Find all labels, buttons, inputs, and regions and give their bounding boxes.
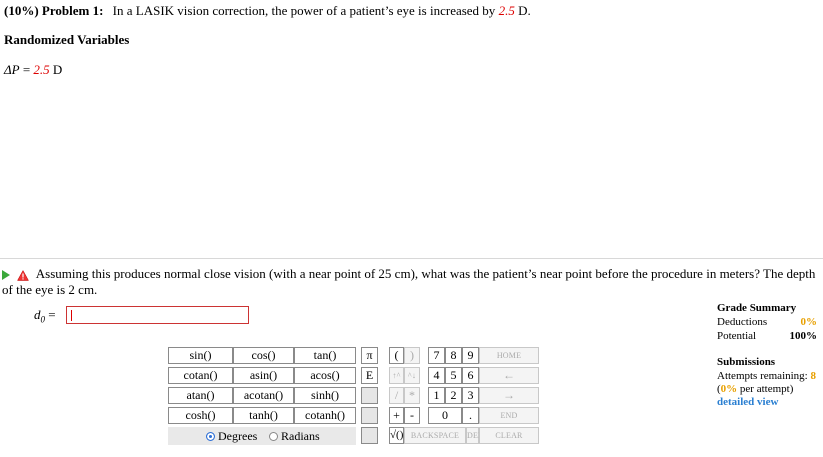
deductions-row: Deductions 0% <box>717 315 817 329</box>
cos-button[interactable]: cos() <box>233 347 294 364</box>
tan-button[interactable]: tan() <box>294 347 356 364</box>
caret-down-button[interactable]: ^↓ <box>404 367 420 384</box>
potential-value: 100% <box>789 330 818 342</box>
up-caret-button[interactable]: ↑^ <box>389 367 404 384</box>
tanh-button[interactable]: tanh() <box>233 407 294 424</box>
clear-button[interactable]: CLEAR <box>479 427 539 444</box>
deductions-label: Deductions <box>717 316 768 328</box>
question-text: Assuming this produces normal close visi… <box>2 266 816 297</box>
digit-7-button[interactable]: 7 <box>428 347 445 364</box>
end-button[interactable]: END <box>479 407 539 424</box>
problem-text: In a LASIK vision correction, the power … <box>112 3 496 18</box>
problem-label: (10%) Problem 1: <box>4 3 104 18</box>
blank-button-3 <box>361 427 378 444</box>
multiply-button[interactable]: * <box>404 387 420 404</box>
var-unit: D <box>52 62 63 77</box>
problem-unit: D. <box>518 3 531 18</box>
answer-label: d0 = <box>34 307 56 325</box>
sin-button[interactable]: sin() <box>168 347 233 364</box>
radians-label: Radians <box>281 429 320 443</box>
sinh-button[interactable]: sinh() <box>294 387 356 404</box>
cotanh-button[interactable]: cotanh() <box>294 407 356 424</box>
degrees-label: Degrees <box>218 429 258 443</box>
question: Assuming this produces normal close visi… <box>2 266 820 298</box>
section-divider <box>0 258 823 259</box>
answer-input[interactable] <box>66 306 249 324</box>
deductions-value: 0% <box>800 316 818 328</box>
angle-mode-selector: Degrees Radians <box>168 427 356 445</box>
radians-radio[interactable] <box>269 432 278 441</box>
randomized-variable-dp: ΔP = 2.5 D <box>4 62 62 78</box>
potential-label: Potential <box>717 330 757 342</box>
var-value: 2.5 <box>33 62 50 77</box>
text-caret <box>71 310 72 321</box>
cosh-button[interactable]: cosh() <box>168 407 233 424</box>
attempts-value: 8 <box>810 370 816 382</box>
blank-button <box>361 387 378 404</box>
digit-1-button[interactable]: 1 <box>428 387 445 404</box>
decimal-button[interactable]: . <box>462 407 479 424</box>
per-attempt-pct: 0% <box>720 383 738 395</box>
per-attempt: (0% per attempt) <box>717 383 794 395</box>
sqrt-button[interactable]: √() <box>389 427 404 444</box>
divide-button[interactable]: / <box>389 387 404 404</box>
digit-8-button[interactable]: 8 <box>445 347 462 364</box>
pi-button[interactable]: π <box>361 347 378 364</box>
blank-button-2 <box>361 407 378 424</box>
home-button[interactable]: HOME <box>479 347 539 364</box>
answer-eq: = <box>45 307 56 322</box>
digit-9-button[interactable]: 9 <box>462 347 479 364</box>
submissions-title: Submissions <box>717 356 776 368</box>
potential-row: Potential 100% <box>717 329 817 343</box>
cursor-right-button[interactable]: → <box>479 387 539 404</box>
var-name: ΔP <box>4 62 20 77</box>
problem-value: 2.5 <box>498 3 515 18</box>
digit-3-button[interactable]: 3 <box>462 387 479 404</box>
right-paren-button[interactable]: ) <box>404 347 420 364</box>
degrees-option[interactable]: Degrees <box>206 429 257 444</box>
warning-icon <box>17 269 30 281</box>
cursor-left-button[interactable]: ← <box>479 367 539 384</box>
e-button[interactable]: E <box>361 367 378 384</box>
plus-button[interactable]: + <box>389 407 404 424</box>
atan-button[interactable]: atan() <box>168 387 233 404</box>
attempts-label: Attempts remaining: <box>717 370 808 382</box>
randomized-variables-heading: Randomized Variables <box>4 32 130 47</box>
minus-button[interactable]: - <box>404 407 420 424</box>
digit-5-button[interactable]: 5 <box>445 367 462 384</box>
digit-4-button[interactable]: 4 <box>428 367 445 384</box>
per-attempt-text: per attempt) <box>739 383 794 395</box>
left-paren-button[interactable]: ( <box>389 347 404 364</box>
grade-summary-title: Grade Summary <box>717 302 797 314</box>
degrees-radio[interactable] <box>206 432 215 441</box>
attempts-remaining: Attempts remaining: 8 <box>717 369 817 383</box>
digit-6-button[interactable]: 6 <box>462 367 479 384</box>
digit-0-button[interactable]: 0 <box>428 407 462 424</box>
backspace-button[interactable]: BACKSPACE <box>404 427 466 444</box>
acos-button[interactable]: acos() <box>294 367 356 384</box>
digit-2-button[interactable]: 2 <box>445 387 462 404</box>
del-button[interactable]: DEL <box>466 427 483 444</box>
radians-option[interactable]: Radians <box>269 429 320 444</box>
asin-button[interactable]: asin() <box>233 367 294 384</box>
grade-summary: Grade Summary Deductions 0% Potential 10… <box>717 301 817 409</box>
detailed-view-link[interactable]: detailed view <box>717 396 817 409</box>
cotan-button[interactable]: cotan() <box>168 367 233 384</box>
problem-statement: (10%) Problem 1: In a LASIK vision corre… <box>4 3 531 19</box>
var-eq: = <box>19 62 34 77</box>
play-icon[interactable] <box>2 270 10 281</box>
acotan-button[interactable]: acotan() <box>233 387 294 404</box>
